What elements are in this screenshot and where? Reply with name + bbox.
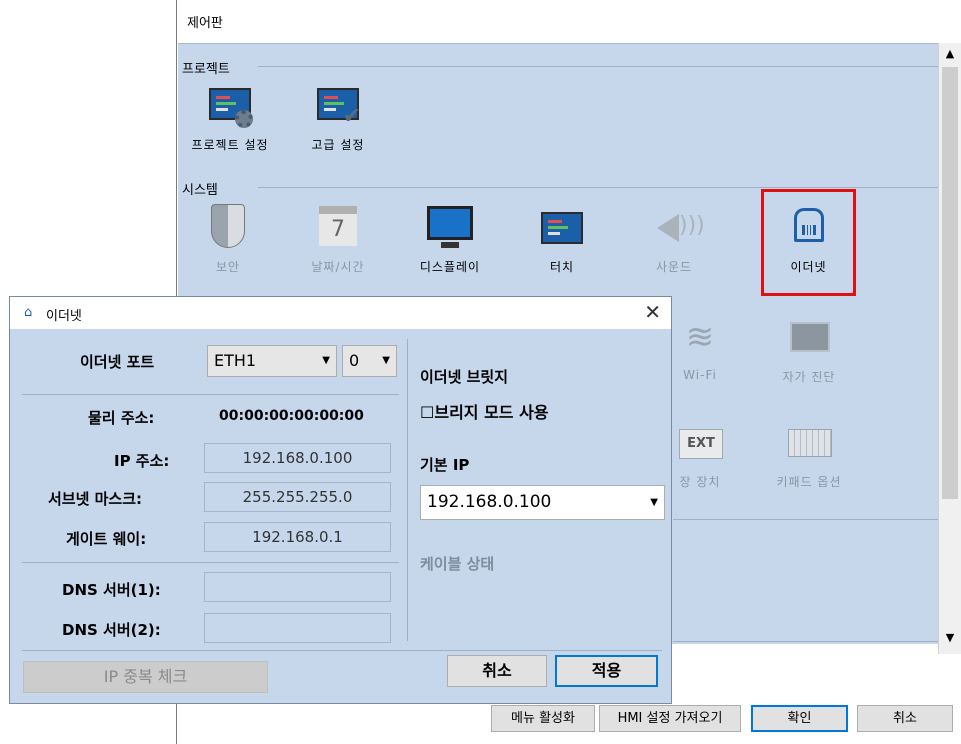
scrollbar-thumb[interactable] (942, 67, 958, 499)
separator (22, 394, 399, 395)
item-ethernet[interactable]: 이더넷 (761, 189, 856, 296)
chevron-down-icon: ▼ (322, 355, 330, 366)
display-icon (427, 204, 473, 250)
diagnosis-chart-icon (786, 314, 832, 360)
ip-label: IP 주소: (114, 452, 170, 470)
port-label: 이더넷 포트 (80, 353, 155, 371)
item-sound[interactable]: ))) 사운드 (624, 204, 724, 275)
group-divider (258, 187, 938, 188)
physical-address-label: 물리 주소: (88, 409, 155, 427)
port-index-select[interactable]: 0 ▼ (342, 345, 397, 377)
item-label: 디스플레이 (419, 260, 481, 274)
port-select[interactable]: ETH1 ▼ (207, 345, 337, 377)
item-label: 보안 (215, 260, 241, 274)
item-security[interactable]: 보안 (178, 204, 278, 275)
close-icon[interactable]: ✕ (644, 300, 661, 324)
touch-icon (539, 204, 585, 250)
item-label: 터치 (549, 260, 575, 274)
apply-button[interactable]: 적용 (555, 655, 658, 687)
dns2-field[interactable] (204, 613, 391, 643)
dialog-title: 이더넷 (46, 309, 82, 324)
cable-status-label: 케이블 상태 (420, 555, 495, 573)
group-divider (258, 66, 938, 67)
item-label: 키패드 옵션 (776, 475, 842, 489)
ip-field[interactable]: 192.168.0.100 (204, 443, 391, 473)
dialog-titlebar: ⌂ 이더넷 ✕ (10, 297, 671, 329)
item-label: 고급 설정 (311, 138, 365, 152)
default-ip-label: 기본 IP (420, 456, 470, 474)
dialog-cancel-button[interactable]: 취소 (447, 655, 547, 687)
separator (22, 650, 662, 651)
wifi-icon: ≋ (685, 317, 715, 357)
item-label: 이더넷 (790, 260, 827, 274)
speaker-icon: ))) (651, 204, 705, 250)
menu-activate-button[interactable]: 메뉴 활성화 (491, 705, 595, 732)
ok-button[interactable]: 확인 (751, 705, 848, 732)
item-display[interactable]: 디스플레이 (400, 204, 500, 275)
item-keypad-options[interactable]: 키패드 옵션 (759, 419, 859, 490)
item-advanced-settings[interactable]: ✔ 고급 설정 (288, 82, 388, 153)
ext-device-icon: EXT (677, 419, 723, 465)
item-label: 프로젝트 설정 (191, 138, 269, 152)
bridge-label: 이더넷 브릿지 (420, 368, 509, 386)
group-divider (673, 641, 938, 642)
item-label: 사운드 (655, 260, 693, 274)
ip-duplicate-check-button[interactable]: IP 중복 체크 (23, 661, 268, 693)
group-label-system: 시스템 (182, 179, 220, 198)
chevron-down-icon: ▼ (382, 355, 390, 366)
group-divider (673, 519, 938, 520)
default-ip-select[interactable]: 192.168.0.100 ▼ (420, 485, 665, 520)
item-touch[interactable]: 터치 (512, 204, 612, 275)
gateway-label: 게이트 웨이: (66, 530, 147, 548)
item-label: 자가 진단 (782, 370, 836, 384)
bridge-mode-checkbox[interactable]: ☐브리지 모드 사용 (420, 399, 549, 423)
column-divider (407, 339, 408, 641)
ethernet-port-icon (786, 204, 832, 250)
scroll-up-arrow-icon[interactable]: ▲ (939, 45, 961, 63)
calendar-icon: 7 (315, 204, 361, 250)
separator (22, 562, 399, 563)
subnet-field[interactable]: 255.255.255.0 (204, 482, 391, 512)
chevron-down-icon: ▼ (650, 497, 658, 508)
group-label-project: 프로젝트 (182, 58, 232, 77)
dns1-label: DNS 서버(1): (62, 581, 161, 599)
shield-icon (205, 204, 251, 250)
control-panel-title: 제어판 (187, 16, 223, 31)
gateway-field[interactable]: 192.168.0.1 (204, 522, 391, 552)
dns1-field[interactable] (204, 572, 391, 602)
dns2-label: DNS 서버(2): (62, 621, 161, 639)
subnet-label: 서브넷 마스크: (48, 490, 143, 508)
physical-address-value: 00:00:00:00:00:00 (219, 408, 364, 424)
keyboard-icon (786, 419, 832, 465)
home-icon: ⌂ (24, 305, 33, 320)
ethernet-dialog: ⌂ 이더넷 ✕ 이더넷 포트 ETH1 ▼ 0 ▼ 물리 주소: 00:00:00:… (9, 296, 672, 704)
item-date-time[interactable]: 7 날짜/시간 (288, 204, 388, 275)
item-label: 날짜/시간 (311, 260, 365, 274)
scroll-down-arrow-icon[interactable]: ▼ (939, 629, 961, 647)
vertical-scrollbar[interactable]: ▲ ▼ (938, 43, 961, 654)
advanced-settings-icon: ✔ (315, 82, 361, 128)
project-settings-icon (207, 82, 253, 128)
item-self-diagnosis[interactable]: 자가 진단 (759, 314, 859, 385)
hmi-import-button[interactable]: HMI 설정 가져오기 (599, 705, 741, 732)
cancel-button[interactable]: 취소 (857, 705, 953, 732)
item-project-settings[interactable]: 프로젝트 설정 (180, 82, 280, 153)
